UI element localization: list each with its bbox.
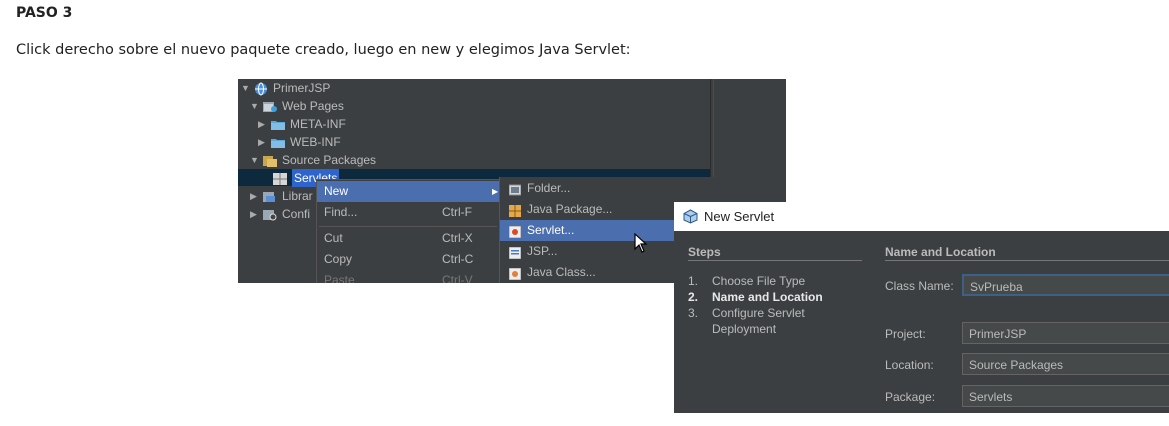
collapse-arrow-icon[interactable]: ▶: [258, 115, 269, 133]
steps-divider: [688, 260, 862, 261]
tree-item-web-pages[interactable]: ▼ Web Pages: [250, 97, 344, 115]
submenu-label: Servlet...: [527, 223, 575, 237]
folder-icon: [508, 182, 522, 196]
tree-label: Web Pages: [282, 99, 344, 113]
submenu-arrow-icon: ▶: [492, 187, 499, 196]
mouse-pointer-icon: [634, 232, 648, 257]
menu-shortcut: Ctrl-V: [442, 273, 473, 283]
tree-item-libraries[interactable]: ▶ Librar: [250, 187, 313, 205]
expand-arrow-icon[interactable]: ▼: [250, 151, 261, 169]
menu-item-paste[interactable]: Paste Ctrl-V: [317, 270, 499, 283]
servlet-icon: [508, 224, 522, 239]
dialog-title: New Servlet: [704, 209, 775, 224]
submenu-label: Folder...: [527, 181, 571, 195]
context-menu: New ▶ Find... Ctrl-F Cut Ctrl-X Copy Ctr…: [316, 179, 500, 283]
menu-label: Find...: [324, 205, 358, 219]
instruction-text: Click derecho sobre el nuevo paquete cre…: [16, 42, 631, 58]
package-icon: [273, 172, 287, 185]
menu-label: Paste: [324, 273, 355, 283]
submenu-item-folder[interactable]: Folder...: [500, 178, 786, 199]
tree-label: META-INF: [290, 117, 346, 131]
menu-item-cut[interactable]: Cut Ctrl-X: [317, 228, 499, 249]
class-name-label: Class Name:: [885, 279, 954, 293]
folder-icon: [271, 136, 285, 148]
tree-item-meta-inf[interactable]: ▶ META-INF: [258, 115, 346, 133]
steps-heading: Steps: [688, 245, 721, 259]
menu-item-copy[interactable]: Copy Ctrl-C: [317, 249, 499, 270]
section-divider: [885, 260, 1169, 261]
tree-label: Confi: [282, 207, 311, 221]
menu-item-new[interactable]: New ▶: [317, 181, 499, 202]
menu-shortcut: Ctrl-C: [442, 252, 474, 266]
new-servlet-dialog: New Servlet Steps 1. Choose File Type 2. N…: [674, 202, 1169, 413]
config-files-icon: [263, 208, 277, 221]
tree-item-source-packages[interactable]: ▼ Source Packages: [250, 151, 376, 169]
tree-label: WEB-INF: [290, 135, 341, 149]
location-select[interactable]: Source Packages: [962, 353, 1169, 375]
collapse-arrow-icon[interactable]: ▶: [258, 133, 269, 151]
menu-item-find[interactable]: Find... Ctrl-F: [317, 202, 499, 223]
folder-icon: [271, 118, 285, 130]
tree-label: PrimerJSP: [273, 81, 331, 95]
menu-label: Copy: [324, 252, 353, 266]
step-item-continuation: Deployment: [712, 322, 777, 336]
tree-label: Source Packages: [282, 153, 377, 167]
tree-item-web-inf[interactable]: ▶ WEB-INF: [258, 133, 341, 151]
expand-arrow-icon[interactable]: ▼: [250, 97, 261, 115]
project-field: PrimerJSP: [962, 322, 1169, 344]
package-select[interactable]: Servlets: [962, 385, 1169, 407]
netbeans-cube-icon: [683, 209, 698, 227]
tree-item-config[interactable]: ▶ Confi: [250, 205, 310, 223]
web-pages-icon: [263, 100, 277, 112]
submenu-label: Java Class...: [527, 265, 596, 279]
section-heading: Name and Location: [885, 245, 996, 259]
menu-label: Cut: [324, 231, 343, 245]
location-label: Location:: [885, 358, 934, 372]
tree-item-project[interactable]: ▼ PrimerJSP: [241, 79, 330, 97]
step-item: 1. Choose File Type: [688, 274, 806, 288]
jsp-file-icon: [508, 245, 522, 260]
class-name-input[interactable]: SvPrueba: [962, 274, 1169, 296]
menu-shortcut: Ctrl-F: [442, 205, 472, 219]
menu-shortcut: Ctrl-X: [442, 231, 473, 245]
step-item-current: 2. Name and Location: [688, 290, 823, 304]
submenu-label: JSP...: [527, 244, 558, 258]
libraries-icon: [263, 190, 277, 202]
menu-label: New: [324, 184, 349, 198]
java-class-icon: [508, 266, 522, 281]
page-heading: PASO 3: [16, 5, 73, 21]
step-item: 3. Configure Servlet: [688, 306, 805, 320]
menu-separator: [319, 226, 497, 227]
collapse-arrow-icon[interactable]: ▶: [250, 187, 261, 205]
expand-arrow-icon[interactable]: ▼: [241, 79, 252, 97]
collapse-arrow-icon[interactable]: ▶: [250, 205, 261, 223]
submenu-label: Java Package...: [527, 202, 613, 216]
source-packages-icon: [263, 154, 277, 167]
package-label: Package:: [885, 390, 936, 404]
tree-label: Librar: [282, 189, 313, 203]
project-label: Project:: [885, 327, 926, 341]
globe-icon: [254, 82, 268, 96]
package-icon: [509, 203, 521, 217]
dialog-titlebar[interactable]: New Servlet: [674, 202, 1169, 231]
